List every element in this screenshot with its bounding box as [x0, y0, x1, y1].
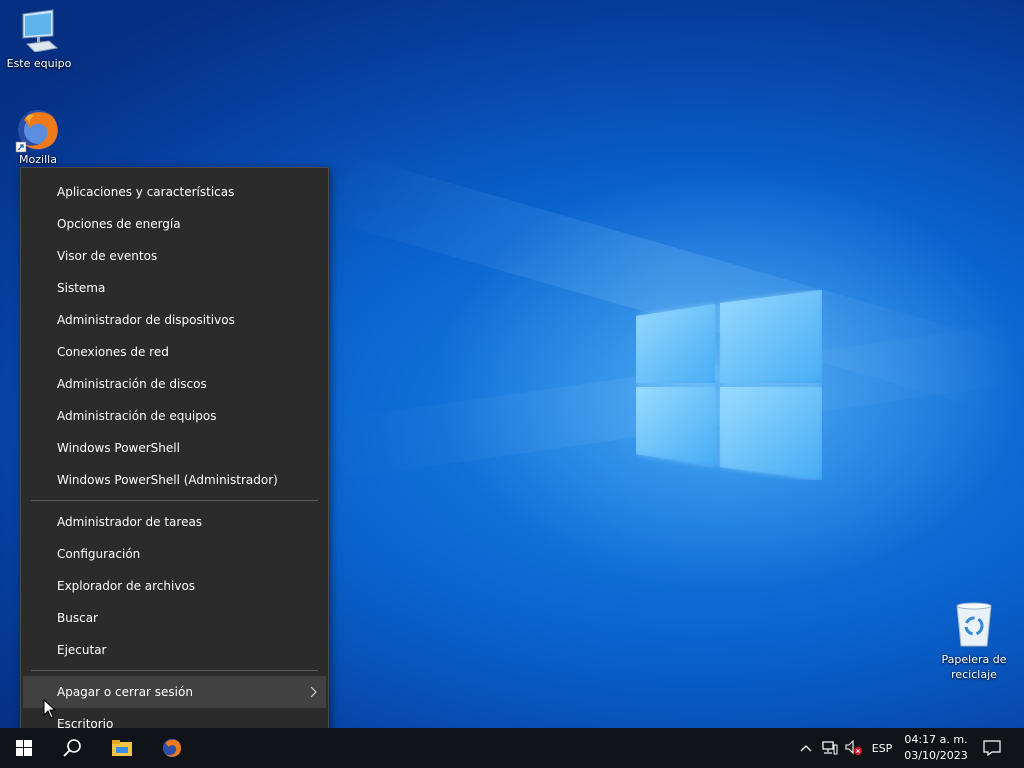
- clock-button[interactable]: 04:17 a. m. 03/10/2023: [900, 728, 972, 768]
- menu-item-administracion-de-discos[interactable]: Administración de discos: [23, 368, 326, 400]
- menu-item-label: Administración de discos: [57, 377, 207, 391]
- menu-item-windows-powershell-administrador[interactable]: Windows PowerShell (Administrador): [23, 464, 326, 496]
- menu-separator: [31, 500, 318, 501]
- menu-item-label: Sistema: [57, 281, 106, 295]
- mouse-cursor: [43, 699, 57, 719]
- recycle-bin-icon: [956, 602, 992, 647]
- menu-item-administracion-de-equipos[interactable]: Administración de equipos: [23, 400, 326, 432]
- menu-item-label: Administrador de dispositivos: [57, 313, 235, 327]
- menu-item-ejecutar[interactable]: Ejecutar: [23, 634, 326, 666]
- desktop-icon-papelera[interactable]: Papelera de reciclaje: [936, 600, 1012, 682]
- menu-item-explorador-de-archivos[interactable]: Explorador de archivos: [23, 570, 326, 602]
- menu-item-apagar-o-cerrar-sesion[interactable]: Apagar o cerrar sesión: [23, 676, 326, 708]
- desktop-icon-este-equipo[interactable]: Este equipo: [1, 8, 77, 71]
- notification-icon: [983, 740, 1001, 756]
- menu-item-label: Visor de eventos: [57, 249, 158, 263]
- search-icon: [63, 739, 81, 757]
- menu-item-opciones-de-energia[interactable]: Opciones de energía: [23, 208, 326, 240]
- firefox-taskbar-button[interactable]: [152, 728, 192, 768]
- menu-item-label: Configuración: [57, 547, 141, 561]
- power-user-menu: Aplicaciones y características Opciones d…: [20, 167, 329, 745]
- menu-separator: [31, 670, 318, 671]
- input-language-button[interactable]: ESP: [868, 728, 896, 768]
- menu-item-buscar[interactable]: Buscar: [23, 602, 326, 634]
- taskbar: ESP 04:17 a. m. 03/10/2023: [0, 728, 1024, 768]
- start-icon: [16, 740, 32, 756]
- menu-item-label: Administrador de tareas: [57, 515, 203, 529]
- file-explorer-button[interactable]: [102, 728, 142, 768]
- chevron-up-icon: [800, 745, 812, 752]
- volume-button[interactable]: [843, 728, 865, 768]
- menu-item-label: Windows PowerShell (Administrador): [57, 473, 278, 487]
- desktop-icon-label: Este equipo: [6, 57, 72, 70]
- network-button[interactable]: [820, 728, 840, 768]
- action-center-button[interactable]: [978, 728, 1006, 768]
- menu-item-label: Apagar o cerrar sesión: [57, 685, 193, 699]
- menu-item-windows-powershell[interactable]: Windows PowerShell: [23, 432, 326, 464]
- start-button[interactable]: [4, 728, 44, 768]
- menu-item-label: Administración de equipos: [57, 409, 217, 423]
- file-explorer-icon: [112, 740, 132, 756]
- menu-item-label: Ejecutar: [57, 643, 107, 657]
- menu-item-administrador-de-tareas[interactable]: Administrador de tareas: [23, 506, 326, 538]
- menu-item-label: Buscar: [57, 611, 98, 625]
- firefox-icon: [162, 738, 182, 758]
- show-hidden-icons-button[interactable]: [796, 728, 816, 768]
- volume-muted-icon: [845, 740, 862, 755]
- clock-time: 04:17 a. m.: [904, 733, 968, 746]
- menu-item-sistema[interactable]: Sistema: [23, 272, 326, 304]
- windows-logo-wallpaper: [636, 290, 822, 480]
- menu-item-label: Conexiones de red: [57, 345, 169, 359]
- desktop-icon-mozilla[interactable]: Mozilla: [0, 106, 76, 167]
- search-button[interactable]: [52, 728, 92, 768]
- desktop-icon-label: Mozilla: [19, 153, 57, 166]
- network-icon: [822, 741, 838, 755]
- clock-date: 03/10/2023: [904, 749, 968, 762]
- menu-item-label: Opciones de energía: [57, 217, 181, 231]
- menu-item-conexiones-de-red[interactable]: Conexiones de red: [23, 336, 326, 368]
- menu-item-aplicaciones-y-caracteristicas[interactable]: Aplicaciones y características: [23, 176, 326, 208]
- menu-item-label: Explorador de archivos: [57, 579, 196, 593]
- menu-item-visor-de-eventos[interactable]: Visor de eventos: [23, 240, 326, 272]
- menu-item-label: Windows PowerShell: [57, 441, 180, 455]
- menu-item-configuracion[interactable]: Configuración: [23, 538, 326, 570]
- computer-icon: [22, 9, 59, 53]
- desktop-icon-label: Papelera de reciclaje: [941, 653, 1007, 681]
- chevron-right-icon: [310, 676, 318, 708]
- menu-item-label: Aplicaciones y características: [57, 185, 235, 199]
- firefox-icon: [15, 110, 58, 153]
- menu-item-administrador-de-dispositivos[interactable]: Administrador de dispositivos: [23, 304, 326, 336]
